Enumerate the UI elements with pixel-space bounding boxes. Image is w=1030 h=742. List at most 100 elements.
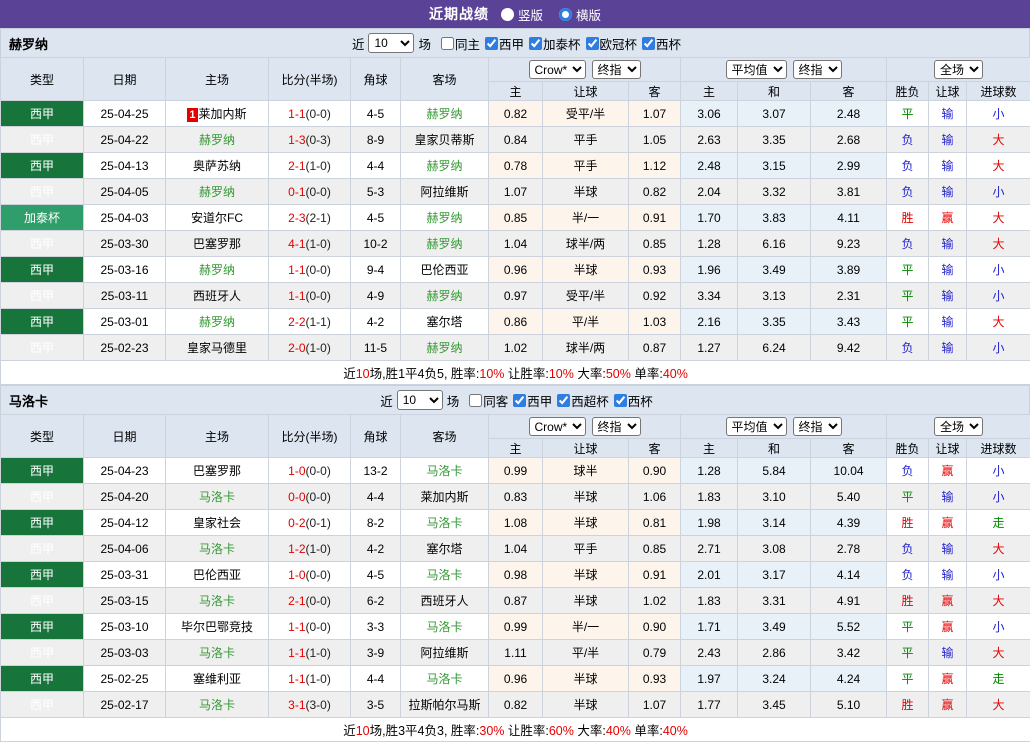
result-cell: 大: [967, 640, 1030, 666]
filter-bar: 近10场同主西甲加泰杯欧冠杯西杯: [349, 33, 681, 53]
header-group-row: 类型日期主场比分(半场)角球客场Crow*终指平均值终指全场: [1, 415, 1030, 439]
half-score: (0-0): [306, 620, 331, 634]
away-team-cell: 西班牙人: [401, 588, 489, 614]
summary-segment: 10%: [479, 367, 504, 381]
handicap-odds-cell: 0.99: [489, 614, 543, 640]
match-type-cell: 西甲: [1, 640, 84, 666]
league-checkbox[interactable]: [513, 394, 526, 407]
avg-odds-cell: 3.43: [811, 309, 887, 335]
result-cell: 小: [967, 101, 1030, 127]
same-venue-label: 同主: [455, 34, 480, 53]
home-team-cell: 马洛卡: [166, 484, 269, 510]
away-team-cell: 马洛卡: [401, 458, 489, 484]
odds-source-select[interactable]: 全场: [934, 417, 983, 436]
away-team-name: 皇家贝蒂斯: [414, 133, 474, 147]
sub-column-header: 客: [629, 439, 681, 458]
league-checkbox[interactable]: [557, 394, 570, 407]
handicap-odds-cell: 0.79: [629, 640, 681, 666]
handicap-odds-cell: 1.11: [489, 640, 543, 666]
layout-radio[interactable]: [559, 8, 572, 21]
match-date-cell: 25-04-23: [84, 458, 166, 484]
same-venue-filter[interactable]: 同客: [469, 391, 508, 410]
half-score: (1-0): [306, 237, 331, 251]
home-team-name: 马洛卡: [199, 698, 235, 712]
layout-radio-option[interactable]: 竖版: [501, 5, 543, 24]
handicap-odds-cell: 0.97: [489, 283, 543, 309]
result-cell: 输: [929, 257, 967, 283]
column-header: 客场: [401, 58, 489, 101]
league-filter[interactable]: 加泰杯: [529, 34, 581, 53]
sub-column-header: 和: [738, 439, 811, 458]
result-cell: 输: [929, 179, 967, 205]
avg-odds-cell: 3.89: [811, 257, 887, 283]
home-team-name: 塞维利亚: [193, 672, 241, 686]
odds-source-select[interactable]: 全场: [934, 60, 983, 79]
odds-source-select[interactable]: 平均值: [726, 417, 787, 436]
corner-cell: 8-9: [351, 127, 401, 153]
league-filter[interactable]: 欧冠杯: [586, 34, 638, 53]
same-venue-filter[interactable]: 同主: [441, 34, 480, 53]
odds-source-select[interactable]: 终指: [793, 417, 842, 436]
league-filter[interactable]: 西杯: [642, 34, 681, 53]
half-score: (0-0): [306, 107, 331, 121]
away-team-name: 塞尔塔: [426, 542, 462, 556]
odds-source-select[interactable]: 平均值: [726, 60, 787, 79]
layout-radio-option[interactable]: 横版: [559, 5, 601, 24]
score-cell: 0-1(0-0): [269, 179, 351, 205]
score-cell: 1-1(1-0): [269, 666, 351, 692]
recent-games-select[interactable]: 10: [397, 390, 443, 410]
result-cell: 负: [887, 562, 929, 588]
away-team-cell: 赫罗纳: [401, 283, 489, 309]
match-type-cell: 西甲: [1, 309, 84, 335]
away-team-name: 赫罗纳: [426, 107, 462, 121]
league-checkbox[interactable]: [485, 37, 498, 50]
odds-source-select[interactable]: 终指: [793, 60, 842, 79]
match-row: 西甲25-02-23皇家马德里2-0(1-0)11-5赫罗纳1.02球半/两0.…: [1, 335, 1030, 361]
full-score: 1-1: [288, 263, 305, 277]
match-date-cell: 25-04-13: [84, 153, 166, 179]
league-filter[interactable]: 西超杯: [557, 391, 609, 410]
column-header: 比分(半场): [269, 415, 351, 458]
recent-label: 近: [380, 391, 393, 410]
away-team-name: 赫罗纳: [426, 159, 462, 173]
corner-cell: 4-4: [351, 666, 401, 692]
result-cell: 胜: [887, 692, 929, 718]
odds-source-select[interactable]: Crow*: [529, 417, 586, 436]
home-team-name: 赫罗纳: [199, 263, 235, 277]
summary-segment: 50%: [606, 367, 631, 381]
away-team-name: 塞尔塔: [426, 315, 462, 329]
match-date-cell: 25-02-25: [84, 666, 166, 692]
match-date-cell: 25-03-11: [84, 283, 166, 309]
games-suffix-label: 场: [418, 34, 431, 53]
avg-odds-cell: 3.81: [811, 179, 887, 205]
result-cell: 胜: [887, 205, 929, 231]
same-venue-checkbox[interactable]: [469, 394, 482, 407]
league-checkbox[interactable]: [586, 37, 599, 50]
odds-source-select[interactable]: Crow*: [529, 60, 586, 79]
league-checkbox[interactable]: [642, 37, 655, 50]
result-cell: 输: [929, 484, 967, 510]
odds-source-select[interactable]: 终指: [592, 60, 641, 79]
recent-games-select[interactable]: 10: [368, 33, 414, 53]
odds-source-select[interactable]: 终指: [592, 417, 641, 436]
league-filter[interactable]: 西杯: [614, 391, 653, 410]
result-cell: 输: [929, 536, 967, 562]
result-cell: 小: [967, 562, 1030, 588]
league-filter[interactable]: 西甲: [485, 34, 524, 53]
full-score: 1-2: [288, 542, 305, 556]
league-label: 西甲: [499, 34, 524, 53]
same-venue-checkbox[interactable]: [441, 37, 454, 50]
layout-radio[interactable]: [501, 8, 514, 21]
corner-cell: 11-5: [351, 335, 401, 361]
result-cell: 小: [967, 614, 1030, 640]
handicap-odds-cell: 0.98: [489, 562, 543, 588]
league-checkbox[interactable]: [529, 37, 542, 50]
home-team-name: 安道尔FC: [191, 211, 243, 225]
home-team-name: 马洛卡: [199, 542, 235, 556]
league-filter[interactable]: 西甲: [513, 391, 552, 410]
avg-odds-cell: 2.04: [681, 179, 738, 205]
column-header: 日期: [84, 58, 166, 101]
handicap-odds-cell: 半球: [543, 257, 629, 283]
league-checkbox[interactable]: [614, 394, 627, 407]
summary-cell: 近10场,胜1平4负5, 胜率:10% 让胜率:10% 大率:50% 单率:40…: [1, 361, 1030, 385]
